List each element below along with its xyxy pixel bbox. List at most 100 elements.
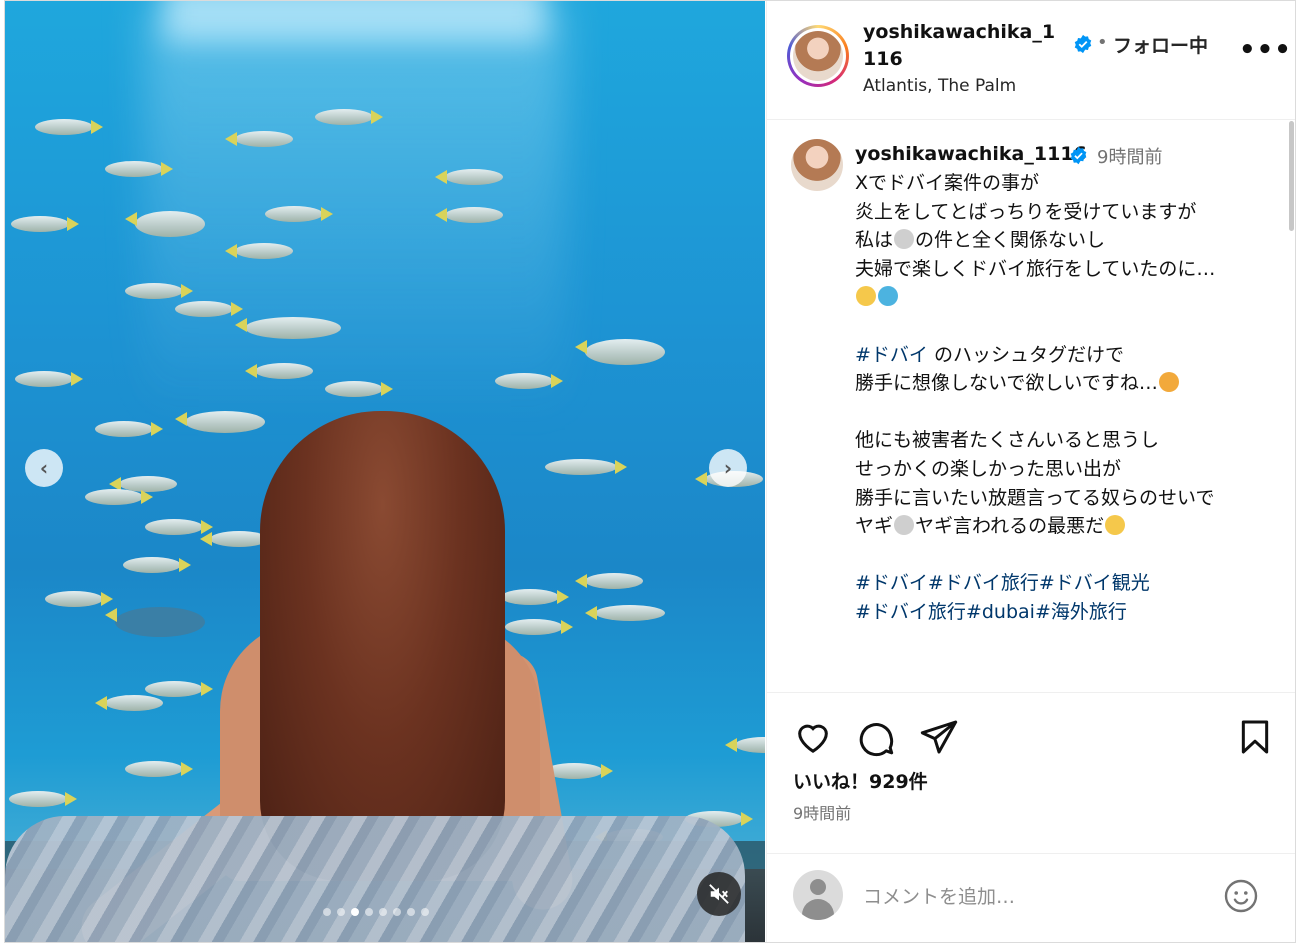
post-timestamp[interactable]: 9時間前	[793, 800, 851, 824]
caption-line: 炎上をしてとばっちりを受けていますが	[855, 200, 1197, 223]
carousel-dot	[323, 908, 331, 916]
angry-face-emoji-icon	[1158, 372, 1179, 393]
emoji-icon[interactable]	[1223, 878, 1259, 914]
face-emoji-icon	[1105, 515, 1126, 536]
fish	[175, 411, 265, 433]
more-options-icon[interactable]: •••	[1239, 35, 1292, 65]
carousel-dot	[337, 908, 345, 916]
fish	[105, 161, 173, 177]
author-avatar[interactable]	[787, 25, 849, 87]
fish	[9, 791, 77, 807]
fish	[35, 119, 103, 135]
comment-box	[767, 853, 1295, 942]
share-icon[interactable]	[919, 717, 959, 757]
fish	[575, 573, 643, 589]
carousel-dot	[365, 908, 373, 916]
fish	[245, 363, 313, 379]
caption-line: 勝手に言いたい放題言ってる奴らのせいで	[855, 486, 1215, 509]
carousel-indicator	[323, 908, 429, 916]
caption-scroll-area[interactable]: yoshikawachika_1116 9時間前 Xでドバイ案件の事が 炎上をし…	[767, 121, 1295, 693]
caption-line	[855, 283, 1285, 312]
caption-line: #ドバイ のハッシュタグだけで	[855, 343, 1124, 366]
fish	[123, 557, 191, 573]
hashtag-link[interactable]: #ドバイ旅行	[928, 572, 1039, 594]
goat-emoji-icon	[894, 229, 915, 250]
chevron-right-icon: ›	[723, 456, 733, 480]
caption-line: 勝手に想像しないで欲しいですね…	[855, 369, 1285, 398]
carousel-prev-button[interactable]: ‹	[25, 449, 63, 487]
verified-icon	[1074, 34, 1092, 54]
mute-button[interactable]	[697, 872, 741, 916]
caption-avatar[interactable]	[791, 139, 843, 191]
sweat-droplets-emoji-icon	[878, 286, 898, 307]
fish	[105, 607, 205, 637]
hashtag-link[interactable]: #ドバイ	[855, 344, 928, 366]
carousel-next-button[interactable]: ›	[709, 449, 747, 487]
fish	[235, 317, 341, 339]
caption-line: Xでドバイ案件の事が	[855, 172, 1040, 194]
fish	[125, 211, 205, 237]
fish	[435, 169, 503, 185]
hashtag-link[interactable]: #ドバイ観光	[1039, 572, 1150, 594]
fish	[501, 589, 569, 605]
avatar-image	[793, 31, 843, 81]
hashtag-link[interactable]: #dubai	[966, 601, 1035, 623]
fish	[145, 519, 213, 535]
fish	[435, 207, 503, 223]
caption-text: Xでドバイ案件の事が 炎上をしてとばっちりを受けていますが 私は の件と全く関係な…	[855, 169, 1285, 627]
fish	[145, 681, 213, 697]
fish	[85, 489, 153, 505]
crying-emoji-icon	[856, 286, 876, 307]
fish	[265, 206, 333, 222]
current-user-avatar	[793, 870, 843, 920]
fish	[225, 131, 293, 147]
following-button[interactable]: フォロー中	[1113, 31, 1208, 58]
fish	[315, 109, 383, 125]
light-rays	[145, 1, 565, 421]
carousel-dot	[379, 908, 387, 916]
comment-input[interactable]	[863, 882, 1193, 912]
fish	[325, 381, 393, 397]
fish	[725, 737, 765, 753]
author-username[interactable]: yoshikawachika_1116	[863, 19, 1068, 73]
fish	[505, 619, 573, 635]
like-count[interactable]: いいね！929件	[793, 767, 928, 794]
comment-icon[interactable]	[856, 717, 896, 757]
post-dialog: ‹ › yoshikawachika_1116 • フォロー中 ••• Atla…	[4, 0, 1296, 943]
fish	[125, 283, 193, 299]
scrollbar[interactable]	[1289, 121, 1294, 231]
carousel-dot	[351, 908, 359, 916]
caption-line: ヤギ ヤギ言われるの最悪だ	[855, 512, 1285, 541]
carousel-dot	[407, 908, 415, 916]
woman-dress	[5, 816, 745, 942]
mute-icon	[709, 884, 729, 904]
hashtag-link[interactable]: #ドバイ	[855, 572, 928, 594]
fish	[225, 243, 293, 259]
caption-username[interactable]: yoshikawachika_1116	[855, 143, 1087, 165]
fish	[125, 761, 193, 777]
carousel-dot	[421, 908, 429, 916]
caption-line: 他にも被害者たくさんいると思うし	[855, 429, 1160, 452]
caption-timestamp[interactable]: 9時間前	[1097, 143, 1162, 169]
fish	[11, 216, 79, 232]
hashtag-link[interactable]: #海外旅行	[1035, 601, 1127, 623]
fish	[545, 459, 627, 475]
carousel-dot	[393, 908, 401, 916]
fish	[15, 371, 83, 387]
post-media[interactable]: ‹ ›	[5, 1, 765, 942]
bookmark-icon[interactable]	[1235, 717, 1275, 757]
post-location[interactable]: Atlantis, The Palm	[863, 76, 1016, 96]
fish	[95, 695, 163, 711]
caption-line: せっかくの楽しかった思い出が	[855, 457, 1122, 480]
caption-line: 私は の件と全く関係ないし	[855, 229, 1106, 252]
hashtag-line: #ドバイ旅行#dubai#海外旅行	[855, 598, 1285, 627]
hashtag-link[interactable]: #ドバイ旅行	[855, 601, 966, 623]
fish	[95, 421, 163, 437]
fish	[175, 301, 243, 317]
fish	[45, 591, 113, 607]
heart-icon[interactable]	[793, 717, 833, 757]
chevron-left-icon: ‹	[39, 456, 49, 480]
fish	[575, 339, 665, 365]
post-header: yoshikawachika_1116 • フォロー中 ••• Atlantis…	[767, 1, 1295, 120]
hashtag-line: #ドバイ#ドバイ旅行#ドバイ観光	[855, 569, 1285, 598]
